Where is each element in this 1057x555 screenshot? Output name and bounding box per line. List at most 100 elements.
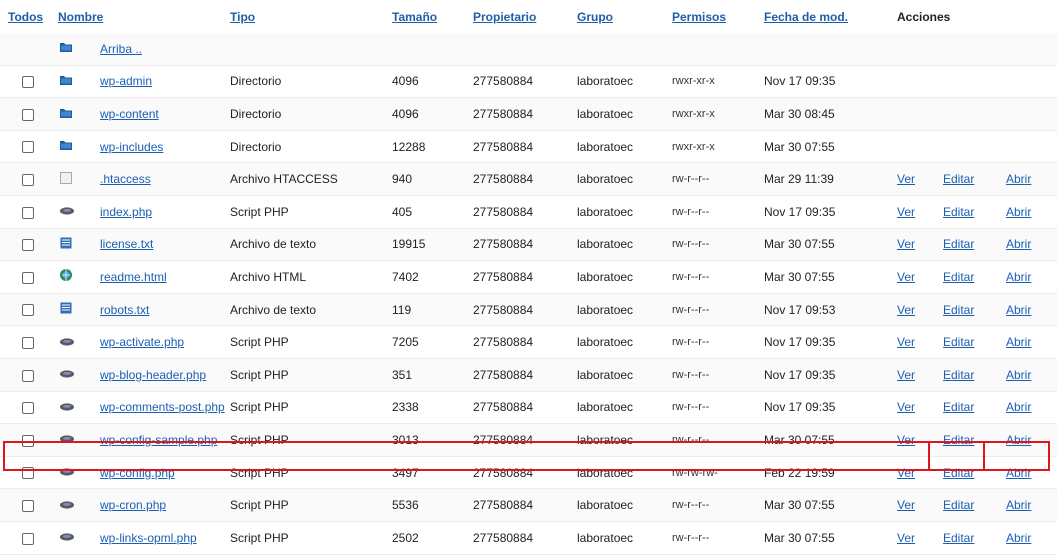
file-name-link[interactable]: wp-includes: [100, 140, 163, 154]
file-size: 7205: [392, 325, 473, 359]
file-type: Archivo HTACCESS: [230, 162, 392, 196]
row-checkbox[interactable]: [22, 304, 34, 317]
sort-group-link[interactable]: Grupo: [577, 10, 613, 24]
row-checkbox[interactable]: [22, 76, 34, 89]
sort-owner-link[interactable]: Propietario: [473, 10, 536, 24]
view-link[interactable]: Ver: [897, 270, 915, 284]
folder-icon: [59, 41, 73, 56]
view-link[interactable]: Ver: [897, 400, 915, 414]
file-owner: 277580884: [473, 65, 577, 99]
row-checkbox[interactable]: [22, 434, 34, 447]
open-link[interactable]: Abrir: [1006, 303, 1031, 317]
file-name-link[interactable]: wp-config.php: [100, 466, 175, 480]
row-checkbox[interactable]: [22, 239, 34, 252]
file-type: Archivo HTML: [230, 260, 392, 294]
file-name-link[interactable]: wp-cron.php: [100, 498, 166, 512]
file-row: robots.txt Archivo de texto 119 277580884 la…: [0, 293, 1057, 327]
file-name-link[interactable]: .htaccess: [100, 172, 151, 186]
select-all-link[interactable]: Todos: [8, 10, 43, 24]
text-file-icon: [59, 301, 73, 318]
file-type: Archivo de texto: [230, 228, 392, 262]
file-row: wp-admin Directorio 4096 277580884 laboratoe…: [0, 65, 1057, 99]
file-size: 940: [392, 162, 473, 196]
row-checkbox[interactable]: [22, 108, 34, 121]
open-link[interactable]: Abrir: [1006, 335, 1031, 349]
file-group: laboratoec: [577, 521, 672, 555]
file-row: wp-comments-post.php Script PHP 2338 277580…: [0, 391, 1057, 425]
file-date: Mar 30 07:55: [764, 228, 897, 262]
sort-date-link[interactable]: Fecha de mod.: [764, 10, 848, 24]
row-checkbox[interactable]: [22, 402, 34, 415]
file-size: 7402: [392, 260, 473, 294]
edit-link[interactable]: Editar: [943, 466, 974, 480]
open-link[interactable]: Abrir: [1006, 237, 1031, 251]
view-link[interactable]: Ver: [897, 498, 915, 512]
file-name-link[interactable]: wp-content: [100, 107, 159, 121]
file-name-link[interactable]: wp-activate.php: [100, 335, 184, 349]
file-size: 4096: [392, 65, 473, 99]
file-permissions: rw-r--r--: [672, 195, 764, 229]
file-type: Directorio: [230, 65, 392, 99]
open-link[interactable]: Abrir: [1006, 400, 1031, 414]
actions-header: Acciones: [897, 9, 951, 24]
view-link[interactable]: Ver: [897, 303, 915, 317]
file-name-link[interactable]: index.php: [100, 205, 152, 219]
php-file-icon: [59, 466, 75, 480]
open-link[interactable]: Abrir: [1006, 498, 1031, 512]
view-link[interactable]: Ver: [897, 205, 915, 219]
view-link[interactable]: Ver: [897, 172, 915, 186]
edit-link[interactable]: Editar: [943, 400, 974, 414]
file-manager: Todos Nombre Tipo Tamaño Propietario Gru…: [0, 0, 1057, 555]
file-name-link[interactable]: wp-blog-header.php: [100, 368, 206, 382]
open-link[interactable]: Abrir: [1006, 368, 1031, 382]
file-owner: 277580884: [473, 521, 577, 555]
sort-size-link[interactable]: Tamaño: [392, 10, 437, 24]
row-checkbox[interactable]: [22, 336, 34, 349]
view-link[interactable]: Ver: [897, 335, 915, 349]
row-checkbox[interactable]: [22, 141, 34, 154]
file-name-link[interactable]: wp-comments-post.php: [100, 400, 225, 414]
edit-link[interactable]: Editar: [943, 205, 974, 219]
folder-icon: [59, 107, 73, 122]
row-checkbox[interactable]: [22, 369, 34, 382]
edit-link[interactable]: Editar: [943, 368, 974, 382]
open-link[interactable]: Abrir: [1006, 172, 1031, 186]
edit-link[interactable]: Editar: [943, 303, 974, 317]
open-link[interactable]: Abrir: [1006, 205, 1031, 219]
file-owner: 277580884: [473, 260, 577, 294]
edit-link[interactable]: Editar: [943, 498, 974, 512]
row-checkbox[interactable]: [22, 467, 34, 480]
view-link[interactable]: Ver: [897, 368, 915, 382]
edit-link[interactable]: Editar: [943, 433, 974, 447]
sort-permissions-link[interactable]: Permisos: [672, 10, 726, 24]
file-name-link[interactable]: license.txt: [100, 237, 153, 251]
edit-link[interactable]: Editar: [943, 335, 974, 349]
edit-link[interactable]: Editar: [943, 172, 974, 186]
row-checkbox[interactable]: [22, 271, 34, 284]
file-row: wp-links-opml.php Script PHP 2502 277580884…: [0, 521, 1057, 555]
up-directory-link[interactable]: Arriba ..: [100, 42, 142, 56]
file-size: 2338: [392, 391, 473, 425]
file-permissions: rw-r--r--: [672, 162, 764, 196]
open-link[interactable]: Abrir: [1006, 270, 1031, 284]
view-link[interactable]: Ver: [897, 466, 915, 480]
file-row: readme.html Archivo HTML 7402 277580884 labo…: [0, 260, 1057, 294]
file-type: Script PHP: [230, 456, 392, 490]
view-link[interactable]: Ver: [897, 237, 915, 251]
row-checkbox[interactable]: [22, 499, 34, 512]
edit-link[interactable]: Editar: [943, 237, 974, 251]
file-name-link[interactable]: wp-config-sample.php: [100, 433, 217, 447]
view-link[interactable]: Ver: [897, 433, 915, 447]
row-checkbox[interactable]: [22, 174, 34, 186]
edit-link[interactable]: Editar: [943, 270, 974, 284]
open-link[interactable]: Abrir: [1006, 433, 1031, 447]
open-link[interactable]: Abrir: [1006, 466, 1031, 480]
file-name-link[interactable]: wp-admin: [100, 74, 152, 88]
php-file-icon: [59, 368, 75, 382]
sort-name-link[interactable]: Nombre: [58, 10, 103, 24]
file-name-link[interactable]: robots.txt: [100, 303, 149, 317]
sort-type-link[interactable]: Tipo: [230, 10, 255, 24]
file-size: 12288: [392, 130, 473, 164]
file-name-link[interactable]: readme.html: [100, 270, 167, 284]
row-checkbox[interactable]: [22, 206, 34, 219]
